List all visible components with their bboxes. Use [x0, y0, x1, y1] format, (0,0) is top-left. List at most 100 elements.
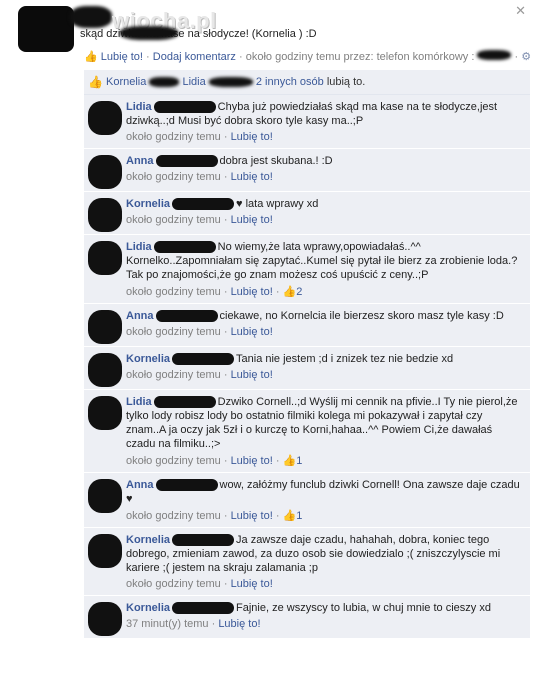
comment-meta: około godziny temu · Lubię to!: [126, 171, 273, 183]
comment-time: około godziny temu: [126, 326, 221, 338]
redaction: [149, 77, 180, 88]
like-icon: 👍: [282, 455, 297, 467]
comment-item: Kornelia Fajnie, ze wszyscy to lubia, w c…: [84, 596, 530, 639]
comment-body: Anna wow, załóżmy funclub dziwki Cornell!…: [126, 478, 522, 506]
redaction: [172, 534, 235, 547]
comment-like-link[interactable]: Lubię to!: [231, 455, 273, 467]
comment-author[interactable]: Lidia: [126, 101, 152, 113]
comment-text: Fajnie, ze wszyscy to lubia, w chuj mnie…: [236, 602, 491, 614]
comment-author[interactable]: Kornelia: [126, 602, 170, 614]
comment-list: Lidia Chyba już powiedziałaś skąd ma kase…: [84, 95, 530, 639]
redaction: [153, 101, 216, 114]
others-link[interactable]: 2 innych osób: [256, 76, 324, 88]
comment-author[interactable]: Anna: [126, 310, 154, 322]
comment-item: Lidia No wiemy,że lata wprawy,opowiadałaś…: [84, 235, 530, 304]
comment-author[interactable]: Lidia: [126, 396, 152, 408]
comment-avatar[interactable]: [88, 155, 122, 189]
comment-body: Kornelia ♥ lata wprawy xd: [126, 197, 522, 211]
comment-like-count[interactable]: 2: [296, 286, 302, 298]
redaction: [120, 26, 178, 40]
redacted-author-name: [70, 6, 112, 28]
gear-icon[interactable]: ⚙: [521, 51, 531, 63]
redaction: [477, 50, 512, 60]
comment-meta: około godziny temu · Lubię to!: [126, 131, 273, 143]
comment-body: Lidia Chyba już powiedziałaś skąd ma kase…: [126, 100, 522, 128]
comment-body: Kornelia Tania nie jestem ;d i znizek tez…: [126, 352, 522, 366]
comment-body: Kornelia Fajnie, ze wszyscy to lubia, w c…: [126, 601, 522, 615]
comment-avatar[interactable]: [88, 602, 122, 636]
comment-avatar[interactable]: [88, 396, 122, 430]
comment-meta: około godziny temu · Lubię to!: [126, 369, 273, 381]
comment-item: Anna ciekawe, no Kornelcia ile bierzesz s…: [84, 304, 530, 347]
comment-avatar[interactable]: [88, 310, 122, 344]
redaction: [155, 310, 218, 323]
add-comment-link[interactable]: Dodaj komentarz: [153, 51, 236, 63]
comment-text: ciekawe, no Kornelcia ile bierzesz skoro…: [219, 310, 504, 322]
comment-text: dobra jest skubana.! :D: [219, 155, 333, 167]
post-time: około godziny temu przez: telefon komórk…: [245, 51, 469, 63]
comment-item: Kornelia Tania nie jestem ;d i znizek tez…: [84, 347, 530, 390]
comment-time: około godziny temu: [126, 131, 221, 143]
comment-time: około godziny temu: [126, 578, 221, 590]
comment-avatar[interactable]: [88, 101, 122, 135]
comment-meta: około godziny temu · Lubię to! · 👍1: [126, 510, 303, 522]
comment-item: Anna wow, załóżmy funclub dziwki Cornell!…: [84, 473, 530, 528]
post-text: skąd dziwka ma kase na słodycze! (Kornel…: [80, 28, 317, 40]
comment-like-link[interactable]: Lubię to!: [231, 578, 273, 590]
comment-like-link[interactable]: Lubię to!: [231, 171, 273, 183]
like-icon: 👍: [282, 286, 297, 298]
comment-author[interactable]: Anna: [126, 155, 154, 167]
comment-time: około godziny temu: [126, 510, 221, 522]
close-icon[interactable]: ✕: [515, 3, 526, 19]
comment-like-link[interactable]: Lubię to!: [231, 286, 273, 298]
likes-summary: 👍 Kornelia Lidia 2 innych osób lubią to.: [84, 70, 530, 95]
liker-link[interactable]: Kornelia: [106, 76, 146, 88]
comment-avatar[interactable]: [88, 353, 122, 387]
like-icon: 👍: [282, 510, 297, 522]
redaction: [153, 241, 216, 254]
comment-like-link[interactable]: Lubię to!: [218, 618, 260, 630]
comment-time: około godziny temu: [126, 214, 221, 226]
comment-like-count[interactable]: 1: [296, 455, 302, 467]
comment-avatar[interactable]: [88, 198, 122, 232]
comment-author[interactable]: Anna: [126, 479, 154, 491]
comment-avatar[interactable]: [88, 241, 122, 275]
comment-item: Lidia Chyba już powiedziałaś skąd ma kase…: [84, 95, 530, 149]
comment-like-link[interactable]: Lubię to!: [231, 214, 273, 226]
redaction: [155, 479, 218, 492]
comment-body: Kornelia Ja zawsze daje czadu, hahahah, d…: [126, 533, 522, 575]
liker-link[interactable]: Lidia: [182, 76, 205, 88]
comment-text: ♥ lata wprawy xd: [236, 198, 319, 210]
comment-meta: około godziny temu · Lubię to!: [126, 578, 273, 590]
like-icon: 👍: [88, 75, 103, 89]
comment-item: Lidia Dzwiko Cornell..;d Wyślij mi cennik…: [84, 390, 530, 473]
redaction: [208, 77, 253, 88]
comment-avatar[interactable]: [88, 534, 122, 568]
comment-author[interactable]: Kornelia: [126, 198, 170, 210]
comment-time: 37 minut(y) temu: [126, 618, 209, 630]
comment-time: około godziny temu: [126, 286, 221, 298]
comment-time: około godziny temu: [126, 171, 221, 183]
comment-meta: około godziny temu · Lubię to!: [126, 326, 273, 338]
comment-like-link[interactable]: Lubię to!: [231, 131, 273, 143]
comment-author[interactable]: Kornelia: [126, 534, 170, 546]
comment-like-link[interactable]: Lubię to!: [231, 326, 273, 338]
comment-avatar[interactable]: [88, 479, 122, 513]
post-avatar[interactable]: [18, 6, 74, 52]
redaction: [172, 602, 235, 615]
comment-body: Lidia No wiemy,że lata wprawy,opowiadałaś…: [126, 240, 522, 282]
comment-item: Kornelia Ja zawsze daje czadu, hahahah, d…: [84, 528, 530, 596]
comment-body: Lidia Dzwiko Cornell..;d Wyślij mi cennik…: [126, 395, 522, 451]
comment-like-link[interactable]: Lubię to!: [231, 510, 273, 522]
comment-like-count[interactable]: 1: [296, 510, 302, 522]
like-link[interactable]: Lubię to!: [101, 51, 143, 63]
comment-author[interactable]: Lidia: [126, 241, 152, 253]
comment-meta: około godziny temu · Lubię to! · 👍1: [126, 455, 303, 467]
comment-author[interactable]: Kornelia: [126, 353, 170, 365]
comment-like-link[interactable]: Lubię to!: [231, 369, 273, 381]
comment-meta: około godziny temu · Lubię to! · 👍2: [126, 286, 303, 298]
redaction: [155, 155, 218, 168]
comment-meta: 37 minut(y) temu · Lubię to!: [126, 618, 261, 630]
comment-time: około godziny temu: [126, 369, 221, 381]
redaction: [172, 198, 235, 211]
